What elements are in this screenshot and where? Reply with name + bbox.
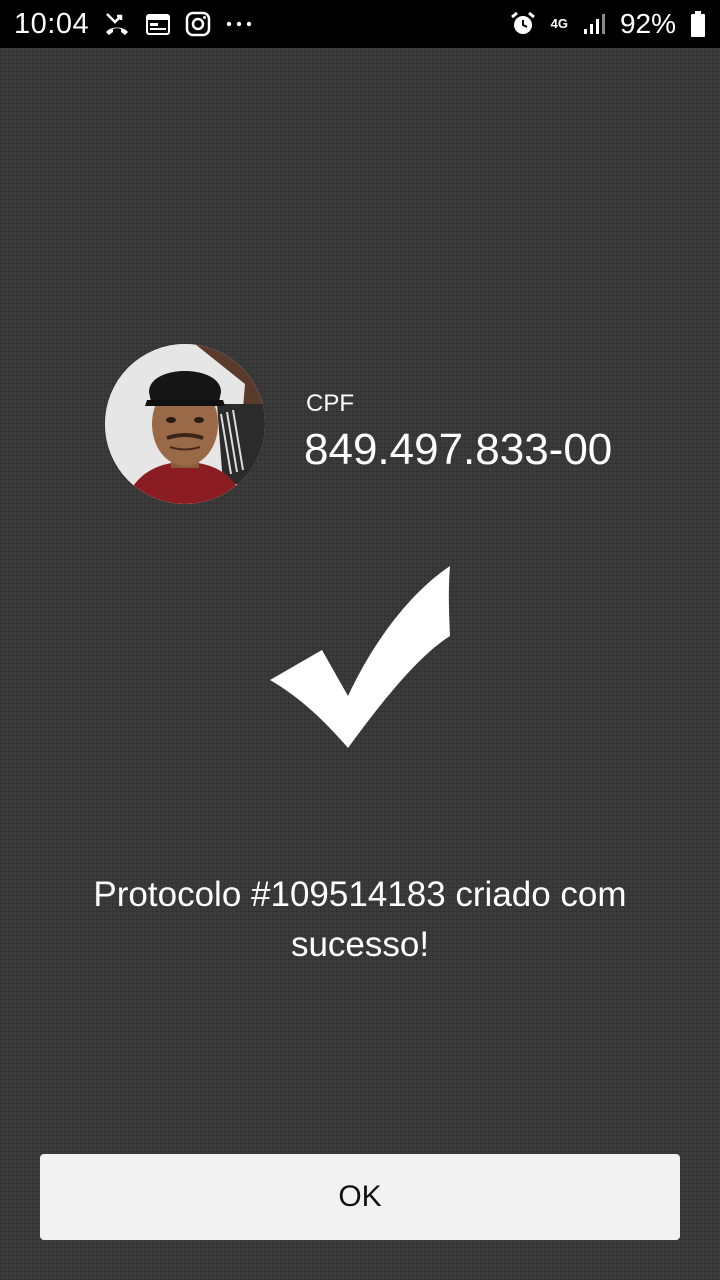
- cpf-label: CPF: [306, 390, 354, 417]
- network-4g-icon: 4G: [550, 16, 568, 31]
- cpf-value: 849.497.833-00: [304, 425, 613, 474]
- signal-icon: [582, 12, 606, 36]
- battery-percent: 92%: [619, 8, 676, 39]
- status-bar-left: 10:04: [14, 8, 253, 41]
- instagram-icon: [185, 11, 211, 37]
- success-message: Protocolo #109514183 criado com sucesso!: [93, 875, 627, 964]
- alarm-icon: [509, 10, 537, 38]
- network-type-label: 4G: [550, 16, 568, 31]
- more-dots-icon: [225, 19, 253, 29]
- avatar: [105, 344, 265, 504]
- ok-button[interactable]: OK: [40, 1154, 680, 1240]
- missed-call-icon: [103, 10, 131, 38]
- status-bar-right: 4G 92%: [509, 8, 706, 40]
- battery-icon: [690, 10, 706, 38]
- calendar-icon: [145, 12, 171, 36]
- status-bar: 10:04 4G 92%: [0, 0, 720, 48]
- checkmark-icon: [268, 564, 454, 755]
- status-time: 10:04: [14, 7, 90, 40]
